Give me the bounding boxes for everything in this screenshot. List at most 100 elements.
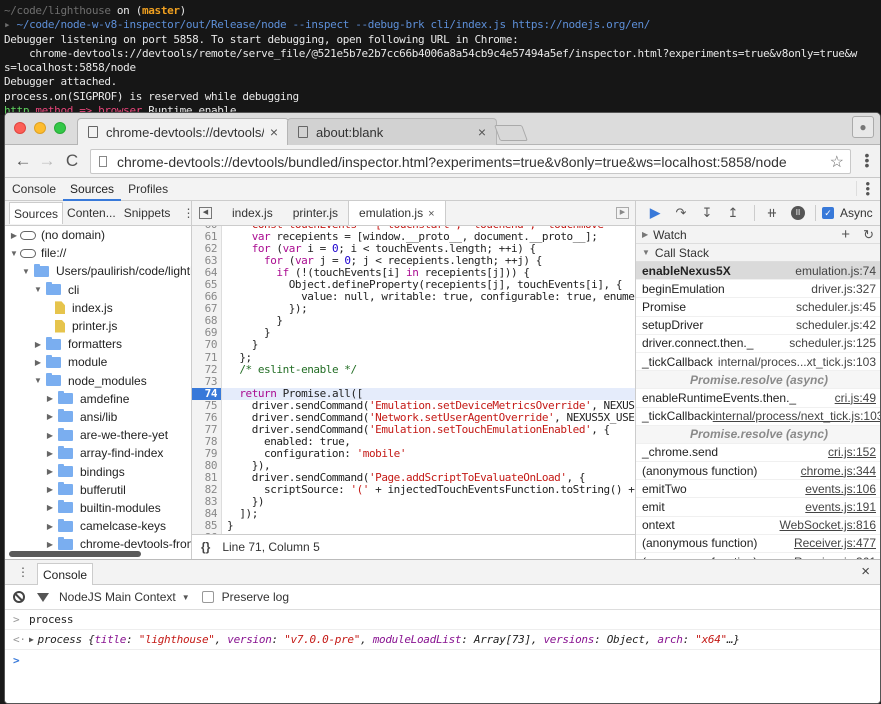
expand-triangle-icon[interactable]: ▶ [45,503,55,512]
tree-item[interactable]: ▶ builtin-modules [5,499,191,517]
maximize-window-button[interactable] [54,122,66,134]
navigator-tab-snippets[interactable]: Snippets [120,202,175,224]
call-frame[interactable]: driver.connect.then._ scheduler.js:125 [636,335,880,353]
tree-item[interactable]: ▶ camelcase-keys [5,517,191,535]
call-frame[interactable]: enableRuntimeEvents.then._ cri.js:49 [636,389,880,408]
line-number[interactable]: 73 [192,375,222,388]
tree-item[interactable]: ▼ node_modules [5,372,191,390]
url-text[interactable]: chrome-devtools://devtools/bundled/inspe… [117,154,824,170]
expand-triangle-icon[interactable]: ▶ [45,394,55,403]
code-line[interactable]: 83 }) [192,496,635,509]
frame-location-link[interactable]: internal/proces...xt_tick.js:103 [718,355,876,369]
call-frame[interactable]: (anonymous function) Receiver.js:477 [636,535,880,553]
frame-location-link[interactable]: driver.js:327 [811,282,876,296]
navigator-tab-sources[interactable]: Sources [9,202,64,224]
expand-triangle-icon[interactable]: ▶ [45,522,55,531]
tree-item[interactable]: ▶ (no domain) [5,226,191,244]
code-line[interactable]: 72 /* eslint-enable */ [192,363,635,376]
expand-triangle-icon[interactable]: ▶ [45,412,55,421]
line-number[interactable]: 71 [192,351,222,364]
minimize-window-button[interactable] [34,122,46,134]
line-number[interactable]: 72 [192,363,222,376]
tree-item[interactable]: ▶ bindings [5,462,191,480]
frame-location-link[interactable]: scheduler.js:42 [796,318,876,332]
resume-icon[interactable]: ▶ [644,205,666,221]
expand-triangle-icon[interactable]: ▶ [9,231,19,240]
expand-triangle-icon[interactable]: ▶ [33,340,43,349]
frame-location-link[interactable]: emulation.js:74 [795,264,876,278]
line-number[interactable]: 75 [192,399,222,412]
line-number[interactable]: 70 [192,339,222,352]
tree-item[interactable]: ▶ ansi/lib [5,408,191,426]
tree-item[interactable]: ▶ array-find-index [5,444,191,462]
expand-triangle-icon[interactable]: ▶ [45,467,55,476]
editor-tab-index[interactable]: index.js [222,201,283,225]
collapse-triangle-icon[interactable]: ▼ [21,267,31,276]
frame-location-link[interactable]: WebSocket.js:816 [780,518,877,532]
expand-triangle-icon[interactable]: ▶ [33,358,43,367]
tree-item[interactable]: ▼ file:// [5,244,191,262]
tree-item[interactable]: ▼ cli [5,281,191,299]
browser-menu-icon[interactable]: • • • [864,148,870,172]
code-line[interactable]: 70 } [192,339,635,352]
frame-location-link[interactable]: internal/process/next_tick.js:103 [713,409,880,423]
pause-on-exceptions-icon[interactable]: II [791,206,805,220]
frame-location-link[interactable]: Receiver.js:477 [794,536,876,550]
tab-console[interactable]: Console [5,178,63,201]
call-frame[interactable]: _tickCallback internal/process/next_tick.… [636,408,880,426]
line-number[interactable]: 76 [192,411,222,424]
code-area[interactable]: 60 const touchEvents = ['touchstart', 't… [192,226,635,534]
call-frame[interactable]: emitTwo events.js:106 [636,480,880,499]
console-result[interactable]: <· ▶ process {title: "lighthouse", versi… [5,630,880,650]
step-over-icon[interactable]: ↷ [670,205,692,221]
close-drawer-icon[interactable]: × [861,563,870,580]
preserve-log-checkbox[interactable] [201,591,214,603]
profile-icon[interactable]: ● [852,116,874,138]
call-frame[interactable]: _chrome.send cri.js:152 [636,444,880,463]
close-tab-icon[interactable]: × [270,124,278,140]
tab-profiles[interactable]: Profiles [121,178,175,201]
new-tab-button[interactable] [494,125,528,141]
frame-location-link[interactable]: events.js:191 [805,500,876,514]
clear-console-icon[interactable] [13,591,25,603]
filter-icon[interactable] [37,592,49,602]
frame-location-link[interactable]: cri.js:49 [835,391,876,405]
expand-triangle-icon[interactable]: ▶ [45,449,55,458]
tree-item[interactable]: ▼ Users/paulirish/code/lighthouse [5,262,191,280]
expand-triangle-icon[interactable]: ▶ [29,635,34,644]
chevron-down-icon[interactable]: ▼ [182,593,190,602]
step-into-icon[interactable]: ↧ [696,205,718,221]
pretty-print-icon[interactable]: {} [201,540,210,554]
collapse-triangle-icon[interactable]: ▼ [9,249,19,258]
expand-triangle-icon[interactable]: ▶ [45,540,55,549]
step-out-icon[interactable]: ↥ [722,205,744,221]
close-tab-icon[interactable]: × [478,124,486,140]
bookmark-star-icon[interactable]: ☆ [824,152,850,172]
breakpoint-line-number[interactable]: 74 [192,387,222,400]
watch-section-header[interactable]: ▶ Watch + ↻ [636,226,880,244]
frame-location-link[interactable]: chrome.js:344 [801,464,876,478]
code-line[interactable]: 69 } [192,327,635,340]
tree-item[interactable]: ▶ module [5,353,191,371]
async-checkbox[interactable]: ✓ [822,207,834,219]
code-line[interactable]: 85} [192,520,635,533]
call-frame[interactable]: _tickCallback internal/proces...xt_tick.j… [636,353,880,372]
expand-triangle-icon[interactable]: ▶ [45,431,55,440]
call-frame[interactable]: Promise scheduler.js:45 [636,298,880,317]
tree-item[interactable]: ▶ are-we-there-yet [5,426,191,444]
call-frame[interactable]: ontext WebSocket.js:816 [636,517,880,535]
call-stack-section-header[interactable]: ▼ Call Stack [636,244,880,262]
browser-tab-blank[interactable]: about:blank × [287,118,497,145]
tree-item[interactable]: printer.js [5,317,191,335]
call-frame[interactable]: (anonymous function) chrome.js:344 [636,462,880,481]
toggle-navigator-icon[interactable]: ◀ [199,207,212,219]
console-prompt[interactable]: > [5,650,880,670]
close-tab-icon[interactable]: × [428,208,434,220]
frame-location-link[interactable]: events.js:106 [805,482,876,496]
call-frame[interactable]: emit events.js:191 [636,498,880,517]
call-frame[interactable]: enableNexus5X emulation.js:74 [636,262,880,281]
call-frame[interactable]: setupDriver scheduler.js:42 [636,317,880,335]
tree-item[interactable]: index.js [5,299,191,317]
context-selector[interactable]: NodeJS Main Context [59,590,176,604]
reload-button[interactable]: C [62,151,82,171]
